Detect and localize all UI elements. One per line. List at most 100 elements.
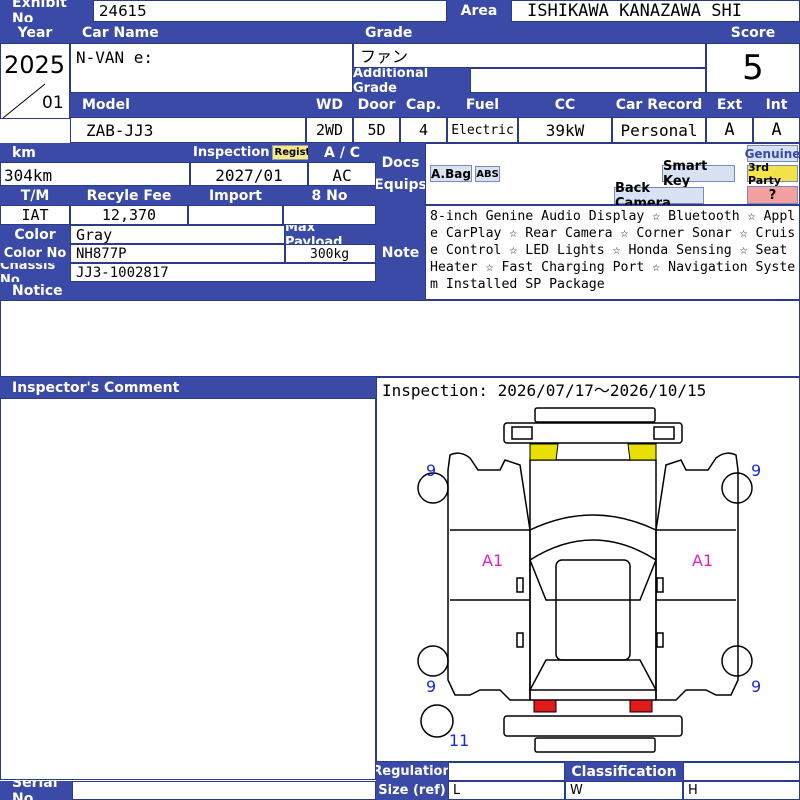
car-diagram: A1 A1 9 9 9 9 11 [417,407,761,753]
color-label: Color [0,225,70,244]
inspection-value: 2027/01 [215,165,283,185]
additional-grade-cell [470,68,706,93]
cap-value: 4 [418,121,429,139]
size-label: Size (ref) [376,781,448,800]
regist-badge: Regist [271,145,308,160]
right-taillight [629,699,653,713]
left-taillight [533,699,557,713]
abs-tag: ABS [475,166,500,182]
grade-label: Grade [353,22,706,43]
fuel-label: Fuel [447,93,518,117]
int-label: Int [753,93,800,117]
roof [555,559,631,661]
notice-area [0,300,800,377]
additional-grade-label: Additional Grade [353,68,470,93]
score-label: Score [706,22,800,43]
chassis-label: Chassis No [0,263,70,282]
year-label: Year [0,22,70,43]
left-rear-wheel [417,645,449,677]
int-value: A [771,120,782,140]
right-headlight [627,443,657,461]
classification-cell [683,762,800,781]
recycle-fee-label: Recyle Fee [70,186,188,205]
inspection-period: Inspection: 2026/07/17〜2026/10/15 [382,381,707,400]
tm-label: T/M [0,186,70,205]
mark-fr: 9 [751,461,761,480]
unknown-tag: ? [747,186,798,204]
cap-label: Cap. [400,93,447,117]
import-label: Import [188,186,283,205]
docs-equips-label: Docs Equips [376,143,425,205]
right-rear-wheel [721,645,753,677]
rear-bumper [503,715,683,737]
mark-rr: 9 [751,677,761,696]
abag-tag: A.Bag [430,165,472,182]
mark-rl: 9 [426,677,436,696]
door-label: Door [353,93,400,117]
mark-left-side: A1 [482,551,503,570]
size-l-label: L [453,783,461,798]
chassis-value: JJ3-1002817 [76,265,169,281]
left-front-handle [516,577,524,593]
left-side-body [447,452,531,701]
regulation-label: Regulation [376,762,448,781]
classification-label: Classification [565,762,683,781]
serial-label: Serial No [0,781,72,800]
year-month: 01 [42,93,64,113]
eight-no-label: 8 No [283,186,376,205]
tm-value: IAT [21,206,49,224]
km-value: 304km [4,165,53,185]
inspection-label-text: Inspection [193,145,270,160]
model-label: Model [70,93,306,117]
km-label: km [0,143,190,162]
ext-value: A [724,120,735,140]
ac-value: AC [332,165,352,185]
front-bumper [503,422,683,444]
size-h-label: H [688,783,698,798]
note-label: Note [376,205,425,300]
right-rear-handle [656,632,664,648]
mark-spare: 11 [449,731,469,750]
front-grille [534,407,656,423]
color-no-value: NH877P [76,246,127,262]
third-party-tag: 3rd Party [747,161,798,187]
right-side-body [655,452,739,701]
smart-key-tag: Smart Key [662,159,735,189]
mark-fl: 9 [426,461,436,480]
size-l-cell [448,781,565,800]
mark-right-side: A1 [692,551,713,570]
size-w-label: W [570,783,583,798]
right-front-handle [656,577,664,593]
inspector-comment-label: Inspector's Comment [0,377,376,398]
windshield-line [529,514,657,531]
wd-value: 2WD [315,121,344,139]
note-text: 8-inch Genine Audio Display ☆ Bluetooth … [430,209,796,292]
left-rear-handle [516,632,524,648]
max-payload-label: Max Payload [285,225,376,244]
wd-label: WD [306,93,353,117]
grade-value: ファン [360,47,409,66]
area-value: ISHIKAWA KANAZAWA SHI [527,1,742,21]
genuine-tag: Genuine [744,145,800,162]
cc-label: CC [518,93,612,117]
door-value: 5D [367,121,386,139]
regulation-cell [448,762,565,781]
model-value: ZAB-JJ3 [86,120,154,140]
max-payload-value: 300kg [310,246,350,262]
serial-cell [72,781,376,800]
inspector-comment-area [0,398,376,780]
car-name-value: N-VAN e: [76,47,154,67]
score-value: 5 [742,48,764,88]
car-name-label: Car Name [70,22,353,43]
front-bumper-left-lamp [511,426,533,440]
front-windshield [529,539,657,601]
eight-no-value [283,205,376,225]
inspection-label: Inspection Regist [190,143,308,162]
fuel-value: Electric [451,122,514,138]
size-h-cell [683,781,800,800]
exhibit-value: 24615 [99,2,147,20]
color-no-label: Color No [0,244,70,263]
color-value: Gray [76,226,113,244]
ac-label: A / C [308,143,376,162]
back-camera-tag: Back Camera [614,181,704,211]
